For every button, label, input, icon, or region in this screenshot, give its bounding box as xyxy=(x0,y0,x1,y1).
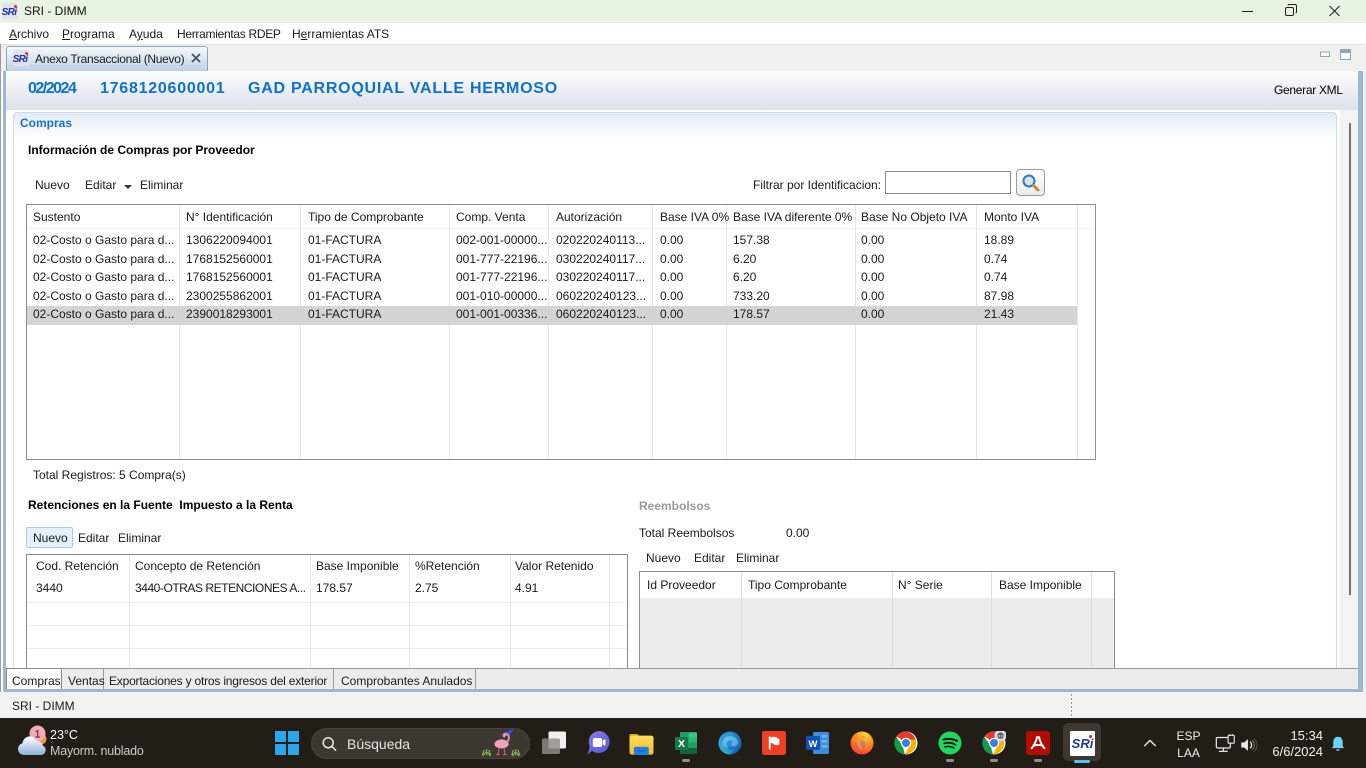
svg-text:W: W xyxy=(809,739,818,750)
svg-text:X: X xyxy=(678,738,685,750)
